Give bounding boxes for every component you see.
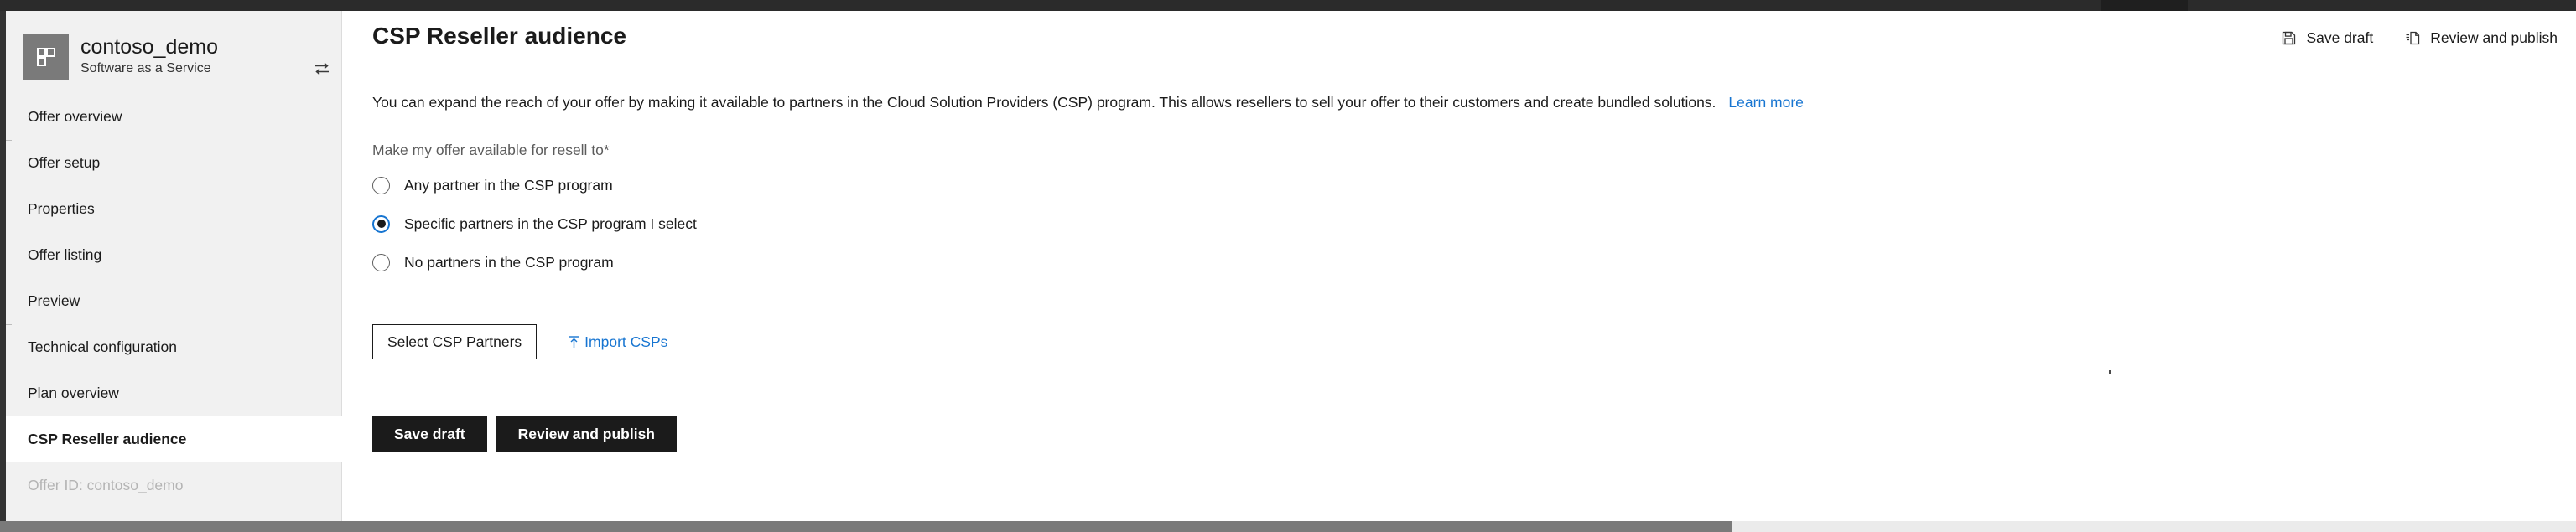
resell-field-label: Make my offer available for resell to* bbox=[372, 142, 610, 158]
sidebar-item-preview[interactable]: Preview bbox=[6, 278, 342, 324]
main-content: CSP Reseller audience Save draft Review … bbox=[343, 11, 2576, 521]
sidebar-item-plan-overview[interactable]: Plan overview bbox=[6, 370, 342, 416]
header-review-publish-button[interactable]: Review and publish bbox=[2405, 29, 2558, 47]
radio-any-partner[interactable]: Any partner in the CSP program bbox=[372, 174, 697, 196]
upload-icon bbox=[568, 335, 580, 349]
sidebar-item-label: Offer overview bbox=[28, 108, 122, 125]
radio-no-partners[interactable]: No partners in the CSP program bbox=[372, 251, 697, 273]
page-description-text: You can expand the reach of your offer b… bbox=[372, 94, 1716, 111]
offer-name: contoso_demo bbox=[80, 35, 219, 59]
sidebar-item-offer-setup[interactable]: Offer setup bbox=[6, 140, 342, 186]
sidebar: contoso_demo Software as a Service Offer… bbox=[6, 11, 342, 521]
offer-type: Software as a Service bbox=[80, 61, 211, 75]
footer-actions: Save draft Review and publish bbox=[372, 416, 677, 452]
select-csp-partners-button[interactable]: Select CSP Partners bbox=[372, 324, 538, 359]
header-action-label: Save draft bbox=[2306, 29, 2374, 46]
grid-squares-icon bbox=[23, 34, 69, 80]
sidebar-item-offer-overview[interactable]: Offer overview bbox=[6, 94, 342, 140]
sidebar-item-csp-reseller-audience[interactable]: CSP Reseller audience bbox=[6, 416, 342, 462]
sidebar-item-offer-listing[interactable]: Offer listing bbox=[6, 232, 342, 278]
sidebar-item-properties[interactable]: Properties bbox=[6, 186, 342, 232]
sidebar-item-label: Offer setup bbox=[28, 154, 101, 171]
sidebar-item-label: Properties bbox=[28, 200, 95, 217]
import-csps-link[interactable]: Import CSPs bbox=[568, 333, 667, 351]
sidebar-item-label: Preview bbox=[28, 292, 80, 309]
sidebar-item-technical-configuration[interactable]: Technical configuration bbox=[6, 324, 342, 370]
page-title: CSP Reseller audience bbox=[372, 23, 626, 49]
radio-label: Any partner in the CSP program bbox=[404, 176, 613, 194]
sidebar-nav: Offer overview Offer setup Properties Of… bbox=[6, 94, 342, 509]
window-left-edge bbox=[0, 11, 6, 526]
horizontal-scrollbar-thumb[interactable] bbox=[0, 521, 1732, 532]
radio-circle-icon bbox=[372, 176, 390, 194]
review-publish-icon bbox=[2405, 30, 2421, 46]
marketplace-offer-page: contoso_demo Software as a Service Offer… bbox=[0, 0, 2576, 532]
sidebar-offer-id: Offer ID: contoso_demo bbox=[28, 477, 184, 493]
radio-label: Specific partners in the CSP program I s… bbox=[404, 214, 697, 232]
radio-circle-icon bbox=[372, 253, 390, 271]
browser-chrome-bar bbox=[0, 0, 2576, 11]
save-draft-button[interactable]: Save draft bbox=[372, 416, 487, 452]
offer-header: contoso_demo Software as a Service bbox=[6, 19, 342, 89]
cursor-artifact bbox=[2109, 370, 2111, 374]
import-csps-label: Import CSPs bbox=[584, 333, 668, 350]
resell-radio-group: Any partner in the CSP program Specific … bbox=[372, 174, 697, 290]
radio-label: No partners in the CSP program bbox=[404, 253, 614, 271]
csp-partner-actions: Select CSP Partners Import CSPs bbox=[372, 324, 667, 359]
sidebar-item-label: Offer listing bbox=[28, 246, 102, 263]
radio-specific-partners[interactable]: Specific partners in the CSP program I s… bbox=[372, 213, 697, 235]
browser-tab[interactable] bbox=[2101, 0, 2188, 11]
header-action-label: Review and publish bbox=[2430, 29, 2558, 46]
page-description: You can expand the reach of your offer b… bbox=[372, 92, 1804, 112]
learn-more-link[interactable]: Learn more bbox=[1728, 94, 1804, 111]
header-actions: Save draft Review and publish bbox=[2281, 29, 2558, 47]
swap-offer-icon[interactable] bbox=[313, 59, 331, 78]
header-save-draft-button[interactable]: Save draft bbox=[2281, 29, 2373, 47]
sidebar-item-label: CSP Reseller audience bbox=[28, 431, 187, 447]
sidebar-item-label: Technical configuration bbox=[28, 338, 178, 355]
save-icon bbox=[2281, 30, 2297, 46]
review-and-publish-button[interactable]: Review and publish bbox=[496, 416, 677, 452]
sidebar-item-label: Plan overview bbox=[28, 385, 119, 401]
radio-circle-selected-icon bbox=[372, 214, 390, 233]
